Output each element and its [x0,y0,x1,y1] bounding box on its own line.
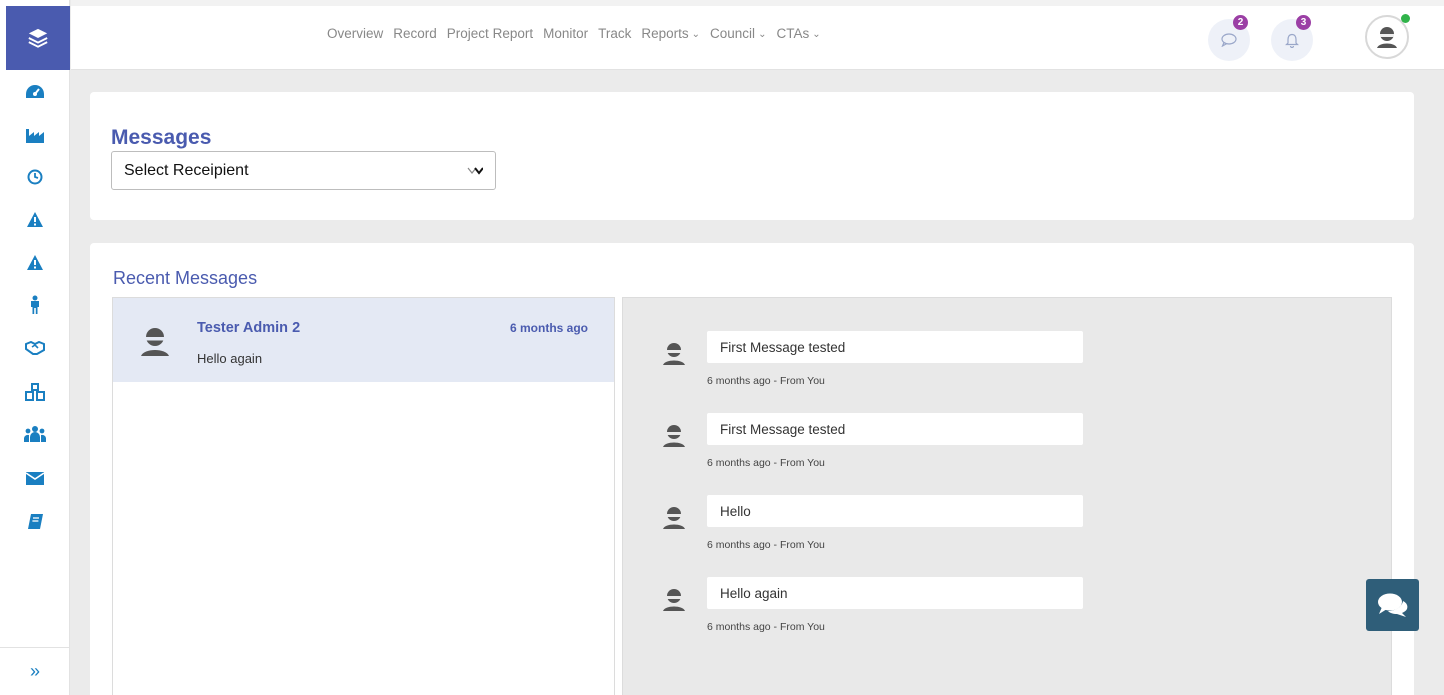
chevron-down-icon [467,166,483,175]
notifications-count-badge: 3 [1296,15,1311,30]
message-meta: 6 months ago - From You [707,375,825,387]
user-avatar-button[interactable] [1365,14,1410,59]
nav-reports-dropdown[interactable]: Reports ⌄ [641,26,700,41]
chevron-down-icon: ⌄ [758,29,767,40]
message-meta: 6 months ago - From You [707,539,825,551]
message-text: First Message tested [707,331,1083,363]
conversation-name: Tester Admin 2 [197,320,301,336]
message-meta: 6 months ago - From You [707,457,825,469]
messages-button[interactable]: 2 [1208,15,1250,61]
nav-track[interactable]: Track [598,26,631,41]
clock-icon[interactable] [23,165,47,189]
page-title: Messages [111,126,212,149]
bell-icon [1285,33,1299,48]
recipient-select-value: Select Receipient [124,161,249,179]
nav-reports-label: Reports [641,26,689,41]
nav-ctas-dropdown[interactable]: CTAs ⌄ [776,26,820,41]
tachometer-icon[interactable] [23,80,47,104]
users-icon[interactable] [23,422,47,446]
message-item: First Message tested 6 months ago - From… [623,413,1393,483]
message-item: Hello again 6 months ago - From You [623,577,1393,647]
cubes-icon[interactable] [23,380,47,404]
nav-ctas-label: CTAs [776,26,810,41]
top-navigation-bar: Overview Record Project Report Monitor T… [71,0,1444,70]
conversation-list: Tester Admin 2 6 months ago Hello again [112,297,615,695]
layers-logo-icon[interactable] [6,6,70,70]
person-icon[interactable] [23,293,47,317]
comments-icon [1377,593,1407,617]
conversation-time: 6 months ago [509,321,588,335]
recipient-select[interactable]: Select Receipient [111,151,496,190]
recent-messages-card: Recent Messages Tester Admin 2 6 months … [90,243,1414,695]
nav-record[interactable]: Record [393,26,437,41]
message-text: First Message tested [707,413,1083,445]
sidebar-expand-button[interactable]: » [0,647,70,695]
handshake-icon[interactable] [23,336,47,360]
nav-overview[interactable]: Overview [327,26,383,41]
user-avatar-icon [663,343,685,365]
user-avatar-icon [141,328,169,356]
book-icon[interactable] [23,509,47,533]
chevron-down-icon: ⌄ [812,29,821,40]
chat-bubble-icon [1221,33,1237,47]
conversation-item[interactable]: Tester Admin 2 6 months ago Hello again [113,298,614,382]
chevron-down-icon: ⌄ [691,29,701,40]
nav-monitor[interactable]: Monitor [543,26,588,41]
warning-icon[interactable] [23,250,47,274]
user-avatar-icon [663,589,685,611]
envelope-icon[interactable] [23,466,47,490]
message-meta: 6 months ago - From You [707,621,825,633]
conversation-preview: Hello again [197,351,263,366]
main-nav: Overview Record Project Report Monitor T… [327,26,831,41]
industry-icon[interactable] [23,123,47,147]
chat-widget-button[interactable] [1366,579,1419,631]
user-avatar-icon [663,507,685,529]
nav-project-report[interactable]: Project Report [447,26,533,41]
sidebar: » [0,0,70,695]
nav-council-label: Council [710,26,756,41]
nav-council-dropdown[interactable]: Council ⌄ [710,26,766,41]
online-status-dot [1401,14,1410,23]
message-text: Hello [707,495,1083,527]
double-chevron-right-icon: » [29,661,40,681]
messages-card: Messages Select Receipient [90,92,1414,220]
message-item: Hello 6 months ago - From You [623,495,1393,565]
messages-count-badge: 2 [1233,15,1248,30]
user-avatar-icon [1377,27,1397,48]
warning-icon[interactable] [23,207,47,231]
message-text: Hello again [707,577,1083,609]
section-title: Recent Messages [113,268,258,288]
message-thread: First Message tested 6 months ago - From… [622,297,1392,695]
message-item: First Message tested 6 months ago - From… [623,331,1393,401]
notifications-button[interactable]: 3 [1271,15,1313,61]
user-avatar-icon [663,425,685,447]
